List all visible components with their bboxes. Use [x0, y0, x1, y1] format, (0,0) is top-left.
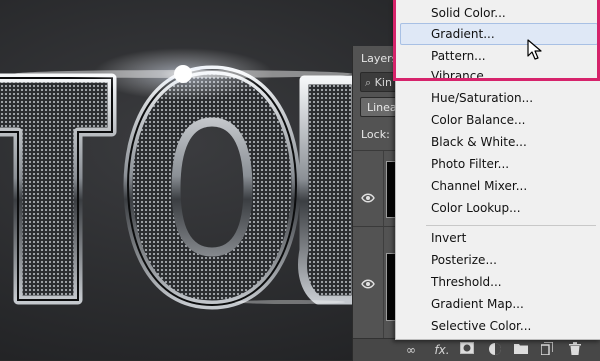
- menu-item-gradient-map[interactable]: Gradient Map...: [396, 293, 600, 315]
- visibility-column: [353, 151, 384, 227]
- menu-item-posterize[interactable]: Posterize...: [396, 249, 600, 271]
- eye-icon[interactable]: [361, 279, 375, 289]
- folder-icon[interactable]: [513, 342, 529, 358]
- letter-u: [298, 75, 361, 305]
- menu-item-hue-saturation[interactable]: Hue/Saturation...: [396, 87, 600, 109]
- new-layer-icon[interactable]: [539, 341, 555, 358]
- fx-icon[interactable]: fx.: [431, 342, 453, 358]
- menu-item-solid-color[interactable]: Solid Color...: [396, 2, 600, 24]
- menu-separator: [426, 225, 596, 226]
- layers-tab[interactable]: Layers: [353, 46, 399, 70]
- menu-item-pattern[interactable]: Pattern...: [396, 45, 600, 67]
- menu-item-color-lookup[interactable]: Color Lookup...: [396, 197, 600, 219]
- kind-filter-label: Kin: [374, 76, 392, 89]
- menu-item-color-balance[interactable]: Color Balance...: [396, 109, 600, 131]
- search-icon: ⌕: [365, 76, 372, 89]
- layers-bottom-toolbar: ∞ fx.: [353, 338, 600, 361]
- menu-item-channel-mixer[interactable]: Channel Mixer...: [396, 175, 600, 197]
- link-icon[interactable]: ∞: [403, 342, 419, 358]
- adjustment-layer-menu: Solid Color... Gradient... Pattern... Vi…: [395, 0, 600, 340]
- menu-item-photo-filter[interactable]: Photo Filter...: [396, 153, 600, 175]
- eye-icon[interactable]: [361, 193, 375, 203]
- adjustment-icon[interactable]: [487, 342, 503, 358]
- menu-item-threshold[interactable]: Threshold...: [396, 271, 600, 293]
- menu-item-gradient[interactable]: Gradient...: [400, 23, 598, 45]
- mouse-cursor-icon: [527, 39, 542, 60]
- mask-icon[interactable]: [459, 342, 475, 358]
- lock-label: Lock:: [361, 128, 390, 141]
- blend-mode-select[interactable]: Linear: [360, 97, 400, 117]
- menu-item-black-white[interactable]: Black & White...: [396, 131, 600, 153]
- menu-item-invert[interactable]: Invert: [396, 227, 600, 249]
- kind-filter[interactable]: ⌕ Kin: [360, 72, 400, 92]
- trash-icon[interactable]: [567, 342, 583, 358]
- menu-item-vibrance[interactable]: Vibrance...: [396, 65, 600, 87]
- menu-item-selective-color[interactable]: Selective Color...: [396, 315, 600, 337]
